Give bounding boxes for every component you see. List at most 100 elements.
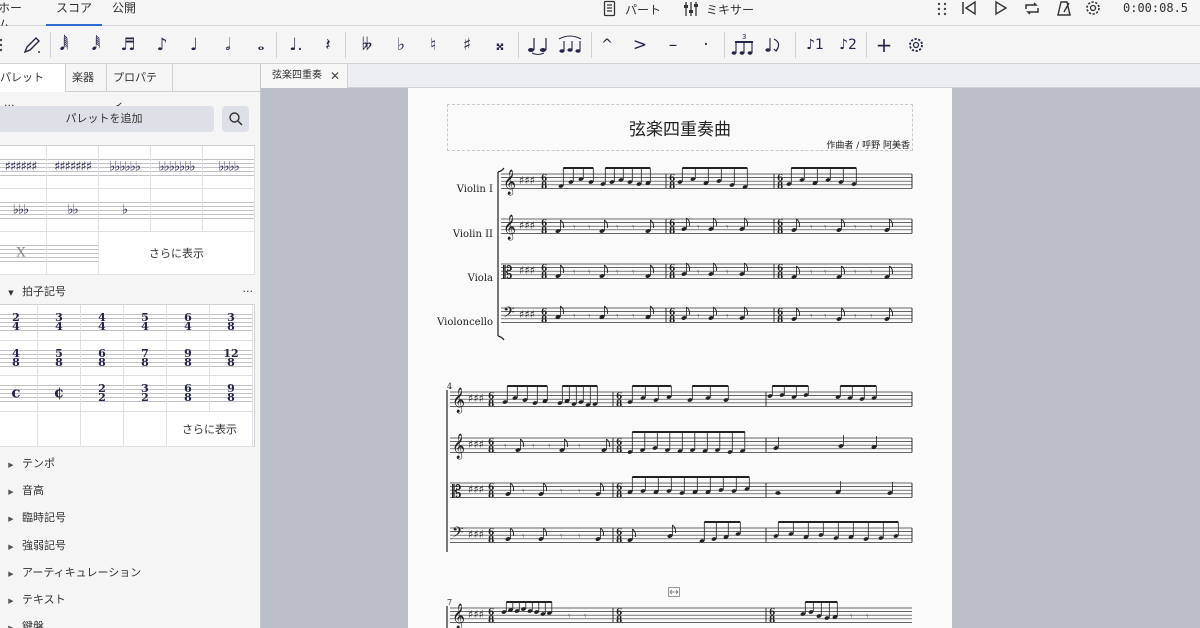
- customize-icon[interactable]: [906, 32, 926, 58]
- palette-search-button[interactable]: [222, 106, 249, 132]
- palette-category[interactable]: ▶音高: [0, 481, 44, 501]
- staccato-icon[interactable]: ·: [696, 32, 716, 58]
- palette-category[interactable]: ▶アーティキュレーション: [0, 563, 141, 583]
- key-signature-cell[interactable]: ♭♭♭♭: [203, 146, 255, 189]
- time-signature-cell[interactable]: 48: [0, 341, 38, 377]
- quarter-rest-icon[interactable]: 𝄽: [318, 32, 338, 58]
- time-signature-cell[interactable]: 78: [124, 341, 167, 377]
- flat-icon[interactable]: ♭: [391, 32, 411, 58]
- show-more-link[interactable]: さらに表示: [99, 232, 254, 275]
- time-signature-cell[interactable]: [38, 412, 81, 448]
- show-more-link[interactable]: さらに表示: [167, 412, 252, 447]
- time-signature-cell[interactable]: 68: [167, 376, 210, 412]
- metronome-icon[interactable]: [1055, 0, 1073, 18]
- instrument-name-violoncello[interactable]: Violoncello: [413, 317, 493, 328]
- pencil-icon[interactable]: [20, 32, 44, 58]
- tuplet-icon[interactable]: 3: [731, 32, 757, 58]
- parts-button[interactable]: パート: [601, 0, 661, 18]
- key-signature-cell[interactable]: ♭♭♭♭♭♭♭: [151, 146, 203, 189]
- tenuto-icon[interactable]: –: [663, 32, 683, 58]
- time-signature-menu-dots[interactable]: ···: [243, 282, 254, 302]
- key-signature-cell[interactable]: ♭: [99, 189, 151, 232]
- marcato-icon[interactable]: ^: [597, 32, 617, 58]
- tab-instruments[interactable]: 楽器: [66, 64, 107, 92]
- augmentation-dot-icon[interactable]: ♩.: [286, 32, 306, 58]
- time-signature-cell[interactable]: 44: [81, 305, 124, 341]
- flip-direction-icon[interactable]: [763, 32, 785, 58]
- play-icon[interactable]: [991, 0, 1009, 18]
- instrument-name-violin-1[interactable]: Violin I: [413, 184, 493, 195]
- eighth-note-icon[interactable]: ♪: [152, 32, 172, 58]
- time-signature-cell[interactable]: ¢: [38, 376, 81, 412]
- tab-palettes[interactable]: パレット ···: [0, 64, 66, 92]
- sharp-icon[interactable]: ♯: [457, 32, 477, 58]
- key-signature-cell[interactable]: ♭♭♭: [0, 189, 47, 232]
- palette-category[interactable]: ▶臨時記号: [0, 508, 66, 528]
- key-signature-cell[interactable]: [151, 189, 203, 232]
- score-page[interactable]: 弦楽四重奏曲 作曲者 / 呼野 阿美香 𝄞♯♯♯686868𝄞♯♯♯686868…: [408, 88, 952, 628]
- instrument-name-violin-2[interactable]: Violin II: [413, 229, 493, 240]
- time-signature-cell[interactable]: 98: [167, 341, 210, 377]
- score-canvas[interactable]: 弦楽四重奏曲 作曲者 / 呼野 阿美香 𝄞♯♯♯686868𝄞♯♯♯686868…: [261, 88, 1200, 628]
- natural-icon[interactable]: ♮: [423, 32, 443, 58]
- menu-tab-home[interactable]: ホーム: [0, 0, 32, 26]
- key-signature-cell[interactable]: [47, 232, 99, 275]
- drag-handle-icon[interactable]: [0, 32, 6, 58]
- key-signature-cell[interactable]: ♭♭: [47, 189, 99, 232]
- close-icon[interactable]: ✕: [330, 64, 340, 88]
- tab-properties[interactable]: プロパティ: [107, 64, 173, 92]
- key-signature-cell[interactable]: ♯♯♯♯♯♯: [0, 146, 47, 189]
- time-signature-cell[interactable]: 58: [38, 341, 81, 377]
- palette-category[interactable]: ▶テンポ: [0, 454, 55, 474]
- horizontal-frame-icon[interactable]: [668, 587, 680, 597]
- time-signature-cell[interactable]: 68: [81, 341, 124, 377]
- voice-1-icon[interactable]: ♪1: [802, 32, 828, 58]
- time-signature-cell[interactable]: 64: [167, 305, 210, 341]
- time-signature-cell[interactable]: 32: [124, 376, 167, 412]
- add-palette-button[interactable]: パレットを追加: [0, 106, 214, 132]
- double-sharp-icon[interactable]: 𝄪: [490, 32, 510, 58]
- time-signature-cell[interactable]: 34: [38, 305, 81, 341]
- time-signature-cell[interactable]: 24: [0, 305, 38, 341]
- palette-category[interactable]: ▶強弱記号: [0, 536, 66, 556]
- key-signature-cell[interactable]: [203, 189, 255, 232]
- menu-tab-publish[interactable]: 公開: [112, 0, 142, 26]
- time-signature-cell[interactable]: [0, 412, 38, 448]
- time-signature-cell[interactable]: c: [0, 376, 38, 412]
- time-signature-cell[interactable]: さらに表示: [167, 412, 253, 448]
- loop-icon[interactable]: [1023, 0, 1041, 18]
- time-signature-cell[interactable]: 54: [124, 305, 167, 341]
- add-icon[interactable]: +: [874, 32, 894, 58]
- mixer-button[interactable]: ミキサー: [682, 0, 754, 18]
- whole-note-icon[interactable]: 𝅝: [251, 32, 271, 58]
- score-notation[interactable]: 𝄞♯♯♯686868𝄞♯♯♯686868𝄾𝄾𝄾𝄾𝄾𝄾𝄾𝄾𝄾𝄾𝄡♯♯♯686868…: [408, 88, 952, 628]
- thirtysecond-note-icon[interactable]: 𝅘𝅥𝅱: [86, 32, 106, 58]
- sixteenth-note-icon[interactable]: ♬: [118, 32, 138, 58]
- slur-icon[interactable]: [555, 32, 585, 58]
- palette-category[interactable]: ▶テキスト: [0, 590, 66, 610]
- key-signature-cell[interactable]: X: [0, 232, 47, 275]
- menu-tab-score[interactable]: スコア: [46, 0, 102, 26]
- voice-2-icon[interactable]: ♪2: [835, 32, 861, 58]
- drag-grip-icon[interactable]: [933, 0, 951, 18]
- key-signature-cell[interactable]: ♯♯♯♯♯♯♯: [47, 146, 99, 189]
- tie-icon[interactable]: [524, 32, 550, 58]
- time-signature-header[interactable]: ▼拍子記号 ···: [0, 282, 255, 302]
- half-note-icon[interactable]: 𝅗𝅥: [218, 32, 238, 58]
- instrument-name-viola[interactable]: Viola: [413, 273, 493, 284]
- time-signature-cell[interactable]: 22: [81, 376, 124, 412]
- double-flat-icon[interactable]: 𝄫: [356, 32, 378, 58]
- accent-icon[interactable]: >: [630, 32, 650, 58]
- time-signature-cell[interactable]: [81, 412, 124, 448]
- time-signature-cell[interactable]: [124, 412, 167, 448]
- playback-settings-icon[interactable]: [1084, 0, 1102, 18]
- document-tab[interactable]: 弦楽四重奏 ✕: [261, 64, 348, 88]
- rewind-icon[interactable]: [960, 0, 978, 18]
- time-signature-cell[interactable]: 98: [210, 376, 253, 412]
- time-signature-cell[interactable]: 38: [210, 305, 253, 341]
- palette-category[interactable]: ▶鍵盤: [0, 617, 44, 628]
- key-signature-cell[interactable]: さらに表示: [99, 232, 255, 275]
- time-signature-cell[interactable]: 128: [210, 341, 253, 377]
- sixtyfourth-note-icon[interactable]: 𝅘𝅥𝅲: [54, 32, 74, 58]
- key-signature-cell[interactable]: ♭♭♭♭♭♭: [99, 146, 151, 189]
